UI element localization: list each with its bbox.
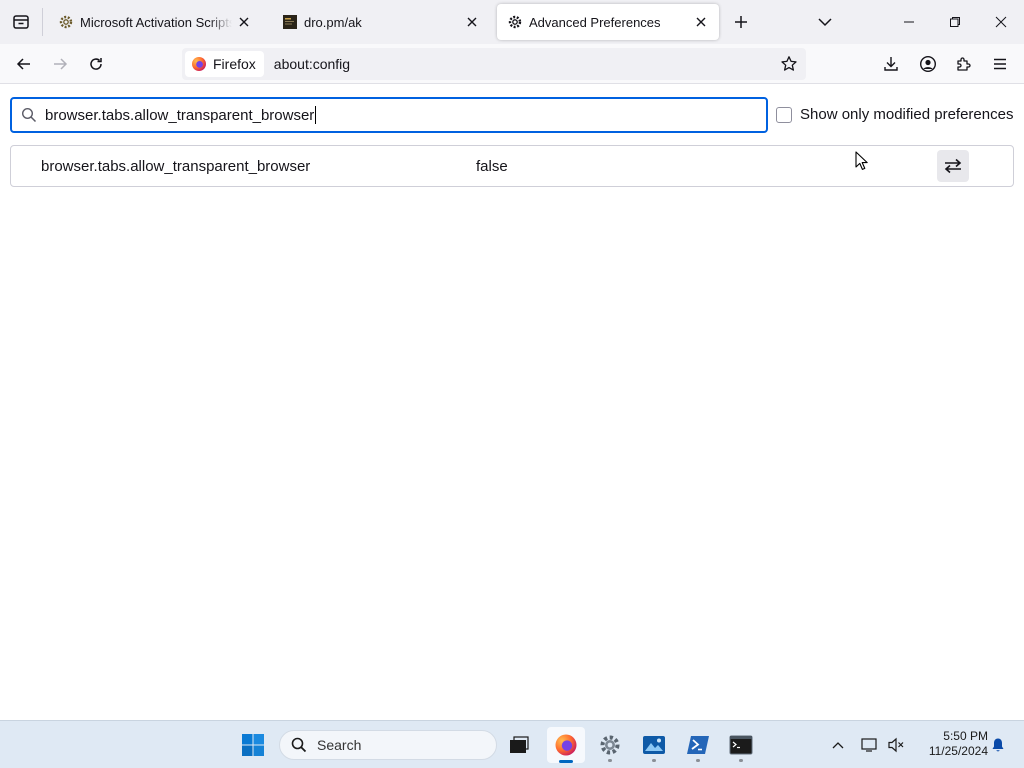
toggle-arrows-icon [944, 158, 962, 174]
task-view-icon [510, 736, 529, 753]
download-icon [884, 57, 898, 71]
show-modified-label: Show only modified preferences [800, 106, 1014, 123]
show-modified-toggle[interactable]: Show only modified preferences [776, 106, 1013, 123]
network-icon [861, 738, 877, 752]
identity-label: Firefox [213, 56, 256, 72]
navigation-toolbar: Firefox about:config [0, 44, 1024, 84]
chevron-down-icon [818, 18, 832, 27]
arrow-left-icon [16, 58, 30, 70]
forward-button[interactable] [46, 50, 74, 78]
bell-icon [992, 738, 1004, 752]
reload-button[interactable] [82, 50, 110, 78]
taskbar-powershell[interactable] [679, 727, 717, 763]
tab-title: Microsoft Activation Scripts (MAS) [80, 14, 232, 30]
plus-icon [735, 16, 747, 28]
arrow-right-icon [54, 58, 68, 70]
tab-mas[interactable]: Microsoft Activation Scripts (MAS) [48, 4, 262, 40]
toggle-preference-button[interactable] [937, 150, 969, 182]
gear-icon [58, 14, 74, 30]
search-value: browser.tabs.allow_transparent_browser [45, 106, 315, 124]
clock-date: 11/25/2024 [928, 744, 988, 758]
firefox-view-icon [13, 15, 29, 29]
notifications-button[interactable] [986, 733, 1010, 757]
firefox-view-button[interactable] [0, 0, 42, 44]
taskbar-photo-app[interactable] [635, 727, 673, 763]
tab-separator [42, 8, 43, 36]
running-app-indicator [652, 759, 656, 762]
network-status-button[interactable] [858, 733, 882, 757]
running-app-indicator [608, 759, 612, 762]
tab-advanced-preferences[interactable]: Advanced Preferences [497, 4, 719, 40]
search-icon [291, 737, 307, 753]
star-icon [781, 56, 797, 71]
minimize-icon [904, 21, 914, 23]
close-icon [995, 16, 1007, 28]
windows-logo-icon [242, 734, 264, 756]
show-hidden-icons-button[interactable] [826, 733, 850, 757]
url-text: about:config [273, 56, 351, 72]
taskbar-settings[interactable] [591, 727, 629, 763]
text-caret [315, 106, 317, 124]
running-app-indicator [696, 759, 700, 762]
taskbar-firefox[interactable] [547, 727, 585, 763]
close-icon[interactable] [232, 10, 256, 34]
page-favicon [282, 14, 298, 30]
tab-title: Advanced Preferences [529, 14, 661, 30]
image-app-icon [643, 736, 665, 754]
speaker-muted-icon [888, 737, 904, 753]
show-modified-checkbox[interactable] [776, 106, 792, 123]
hamburger-menu-icon [994, 58, 1006, 70]
account-icon [919, 55, 937, 73]
chevron-up-icon [832, 742, 844, 749]
minimize-button[interactable] [886, 0, 932, 44]
preference-value: false [476, 158, 508, 175]
firefox-logo-icon [192, 57, 206, 71]
restore-icon [950, 17, 960, 27]
reload-icon [90, 58, 102, 70]
new-tab-button[interactable] [727, 8, 755, 36]
identity-box[interactable]: Firefox [185, 51, 264, 77]
task-view-button[interactable] [500, 727, 538, 763]
taskbar-terminal[interactable] [722, 727, 760, 763]
system-clock[interactable]: 5:50 PM 11/25/2024 [912, 729, 988, 759]
app-menu-button[interactable] [986, 50, 1014, 78]
preference-search-input[interactable]: browser.tabs.allow_transparent_browser [10, 97, 768, 133]
restore-button[interactable] [932, 0, 978, 44]
downloads-button[interactable] [877, 50, 905, 78]
clock-time: 5:50 PM [943, 729, 988, 743]
puzzle-icon [957, 57, 971, 71]
gear-icon [507, 14, 523, 30]
tab-title: dro.pm/ak [304, 14, 362, 30]
firefox-logo-icon [555, 734, 577, 756]
address-bar[interactable]: Firefox about:config [182, 48, 806, 80]
back-button[interactable] [10, 50, 38, 78]
preference-name: browser.tabs.allow_transparent_browser [41, 158, 311, 175]
tab-strip: Microsoft Activation Scripts (MAS) dro.p… [0, 0, 1024, 44]
taskbar-search-box[interactable]: Search [279, 730, 497, 760]
extensions-button[interactable] [950, 50, 978, 78]
close-icon[interactable] [460, 10, 484, 34]
start-button[interactable] [234, 727, 272, 763]
powershell-icon [687, 736, 709, 754]
running-app-indicator [739, 759, 743, 762]
bookmark-star-button[interactable] [776, 51, 802, 77]
volume-button[interactable] [884, 733, 908, 757]
tab-dro[interactable]: dro.pm/ak [272, 4, 490, 40]
close-window-button[interactable] [978, 0, 1024, 44]
account-button[interactable] [914, 50, 942, 78]
search-icon [21, 107, 37, 123]
active-app-indicator [559, 760, 573, 763]
close-icon[interactable] [689, 10, 713, 34]
terminal-icon [729, 735, 753, 755]
mouse-cursor-icon [855, 151, 868, 170]
windows-taskbar: Search 5:50 PM 11/25/2024 [0, 720, 1024, 768]
taskbar-search-placeholder: Search [317, 737, 362, 753]
list-all-tabs-button[interactable] [811, 8, 839, 36]
gear-icon [600, 735, 620, 755]
